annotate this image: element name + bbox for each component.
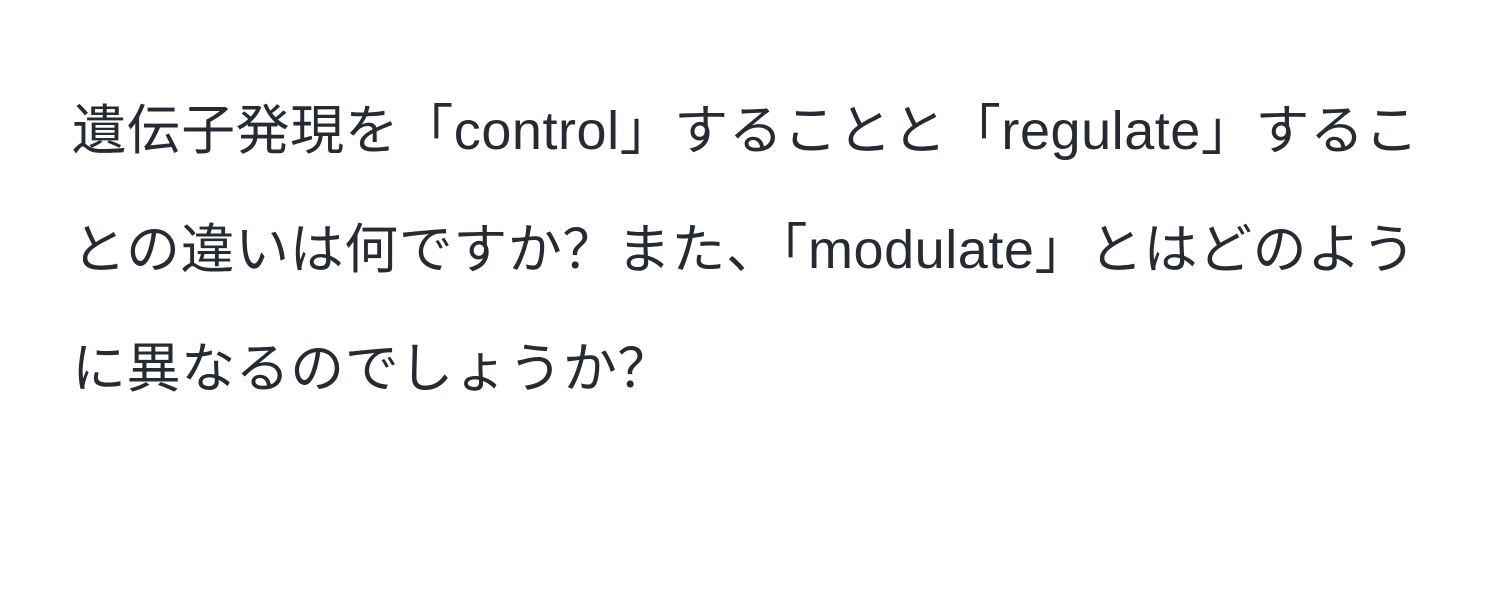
question-text: 遺伝子発現を「control」することと「regulate」することの違いは何で… bbox=[72, 72, 1428, 428]
